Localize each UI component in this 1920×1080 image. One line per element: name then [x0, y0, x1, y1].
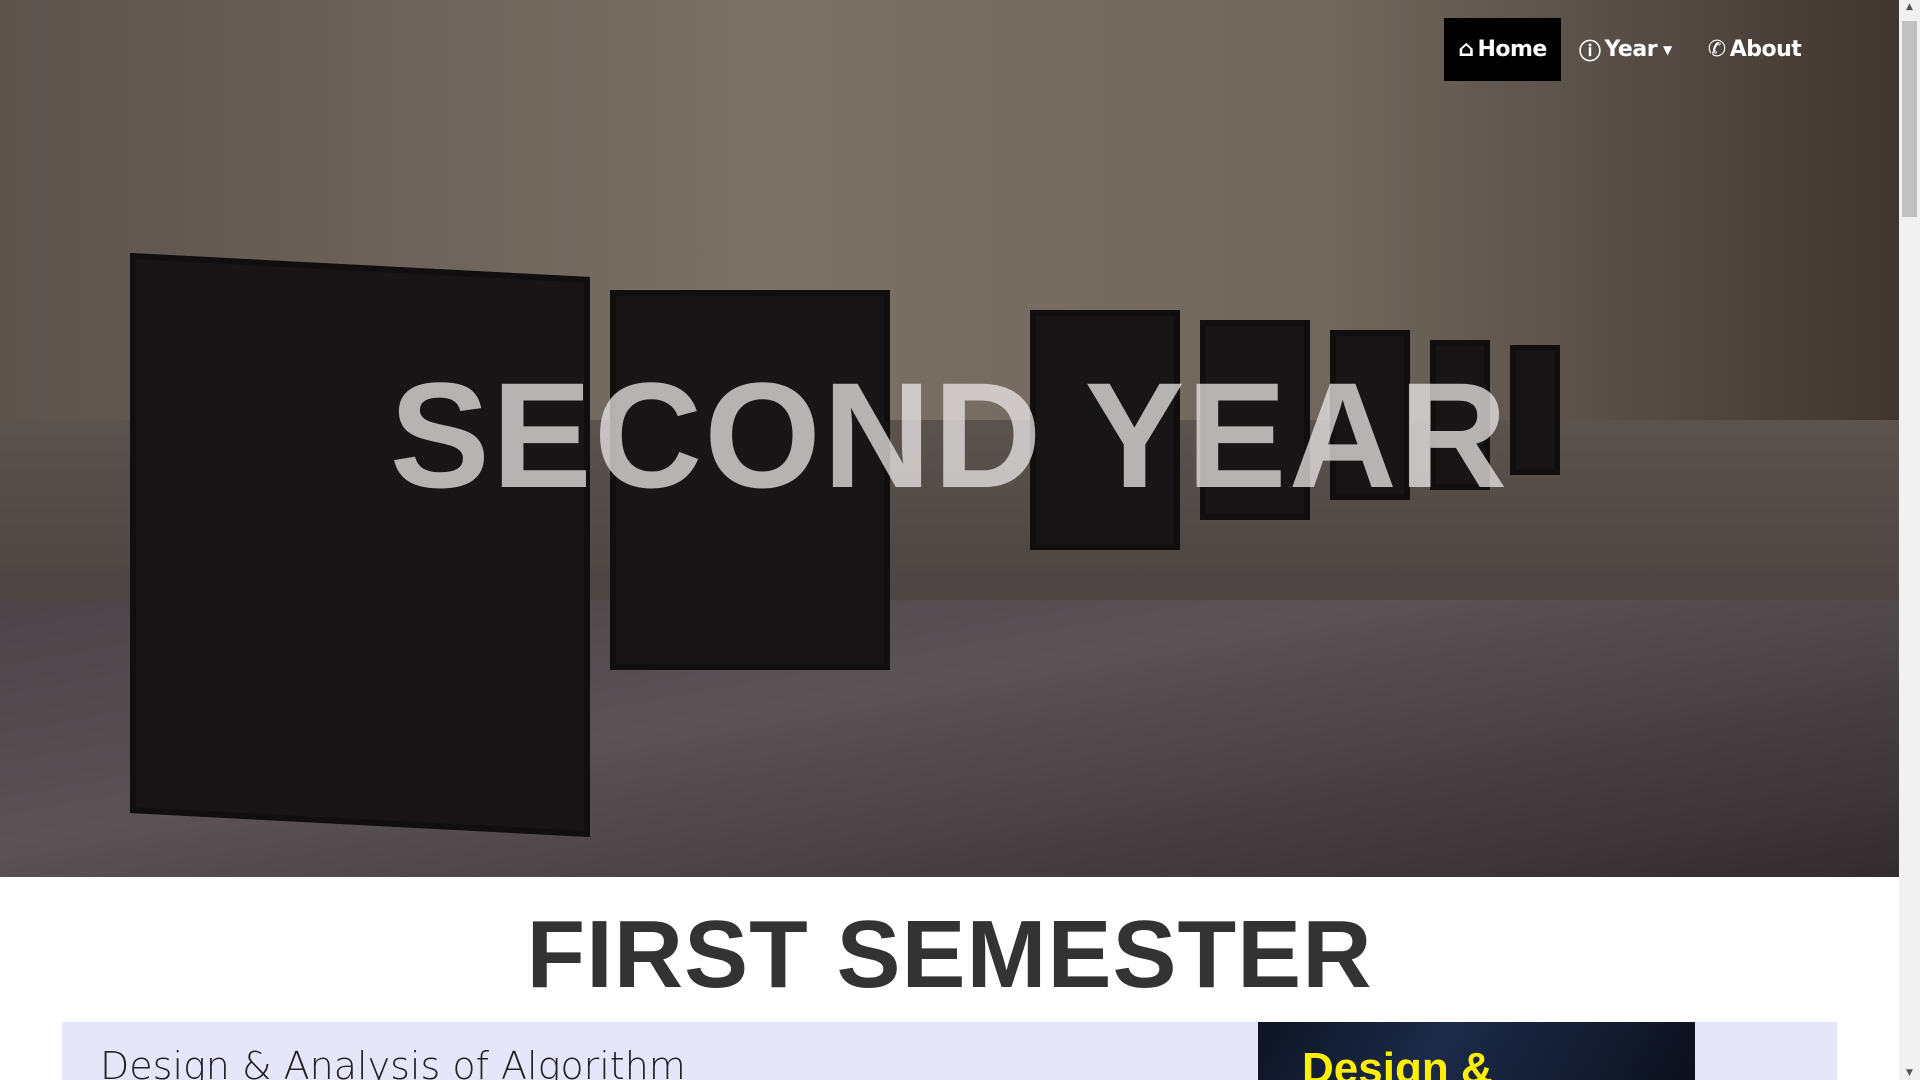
hero-title: SECOND YEAR	[389, 351, 1510, 519]
nav-about[interactable]: ✆ About	[1690, 18, 1820, 81]
scrollbar-thumb[interactable]	[1902, 21, 1917, 217]
cover-text: Design &	[1302, 1044, 1493, 1080]
page: SECOND YEAR ⌂ Home ⓘ Year ▼ ✆ About FIRST SE…	[0, 0, 1899, 1080]
phone-icon: ✆	[1707, 37, 1726, 62]
caret-down-icon: ▼	[1663, 42, 1672, 57]
hero-banner: SECOND YEAR ⌂ Home ⓘ Year ▼ ✆ About	[0, 0, 1899, 877]
nav-year-dropdown[interactable]: ⓘ Year ▼	[1561, 18, 1690, 81]
nav-year-label: Year	[1604, 37, 1658, 62]
home-icon: ⌂	[1458, 37, 1474, 62]
section-title: FIRST SEMESTER	[526, 901, 1373, 1008]
subject-card[interactable]: Design & Analysis of Algorithm Design &	[62, 1022, 1837, 1080]
nav-home[interactable]: ⌂ Home	[1444, 18, 1561, 81]
info-circle-icon: ⓘ	[1579, 39, 1601, 65]
nav-about-label: About	[1729, 37, 1802, 62]
vertical-scrollbar[interactable]: ▲ ▼	[1899, 0, 1920, 1080]
subject-title: Design & Analysis of Algorithm	[100, 1044, 686, 1080]
top-nav: ⌂ Home ⓘ Year ▼ ✆ About	[1444, 18, 1819, 81]
nav-home-label: Home	[1477, 37, 1547, 62]
scroll-up-icon[interactable]: ▲	[1899, 2, 1920, 12]
book-cover-image: Design &	[1258, 1022, 1695, 1080]
scroll-down-icon[interactable]: ▼	[1899, 1068, 1920, 1078]
